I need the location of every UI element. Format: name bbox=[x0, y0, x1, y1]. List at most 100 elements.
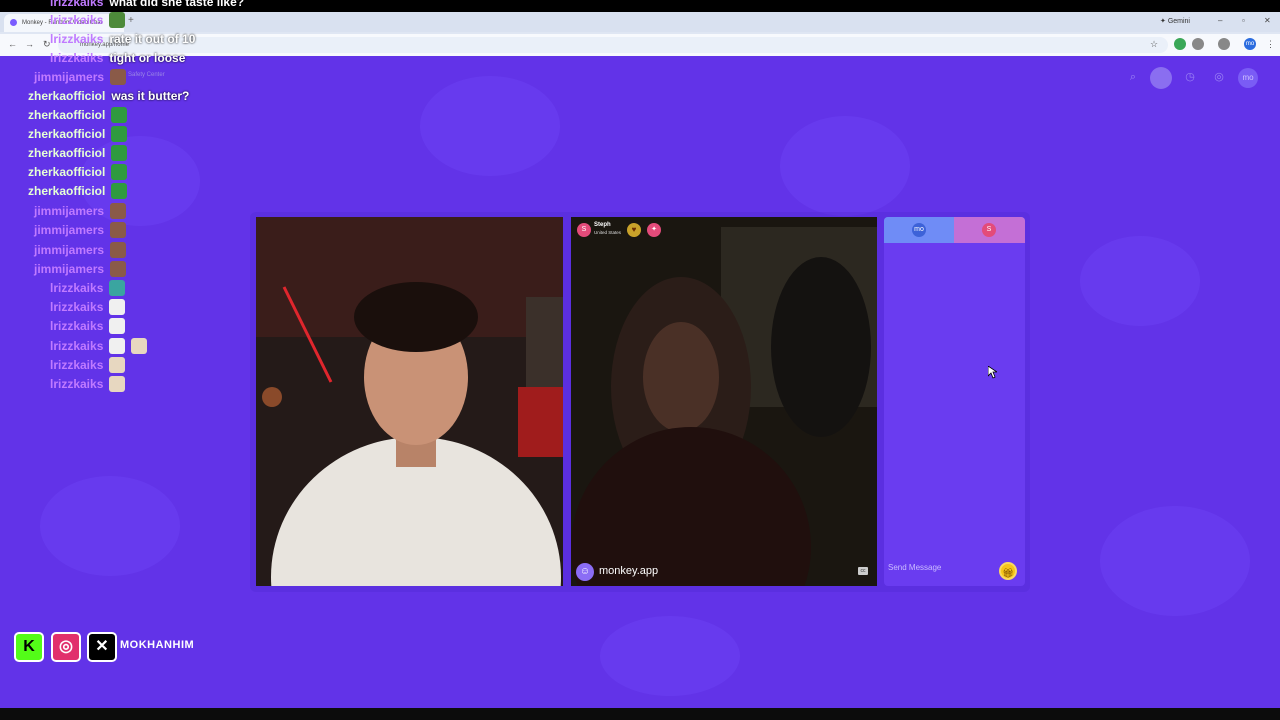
stream-chat-line: lrizzkaiks tight or loose bbox=[50, 49, 185, 67]
green-emote-icon bbox=[111, 163, 128, 180]
messages-icon[interactable]: ◎ bbox=[1210, 68, 1228, 86]
stream-chat-line: lrizzkaiks what did she taste like? bbox=[50, 0, 244, 11]
extension-icon[interactable] bbox=[1174, 38, 1186, 50]
chat-message: tight or loose bbox=[109, 51, 186, 65]
chat-username: jimmijamers bbox=[34, 70, 105, 84]
chat-username: zherkaofficiol bbox=[28, 184, 106, 198]
cat-emote-icon bbox=[109, 356, 126, 373]
background-blob bbox=[780, 116, 910, 216]
face-emote-icon bbox=[110, 260, 127, 277]
monkey-logo-icon: ☺ bbox=[576, 563, 594, 581]
chat-message: was it butter? bbox=[111, 89, 190, 103]
ghost-emote-icon bbox=[109, 317, 126, 334]
stream-chat-line: zherkaofficiol bbox=[28, 163, 128, 181]
chat-username: zherkaofficiol bbox=[28, 146, 106, 160]
chat-panel: mo S 🎁︎ bbox=[884, 217, 1025, 586]
stream-chat-line: lrizzkaiks bbox=[50, 356, 126, 374]
kick-icon: K bbox=[14, 632, 44, 662]
chat-participants: mo S bbox=[884, 217, 1025, 243]
chat-username: lrizzkaiks bbox=[50, 0, 104, 9]
profile-button[interactable]: mo bbox=[1238, 68, 1258, 88]
face-emote-icon bbox=[110, 221, 127, 238]
chat-username: jimmijamers bbox=[34, 243, 105, 257]
chat-username: zherkaofficiol bbox=[28, 89, 106, 103]
background-blob bbox=[1100, 506, 1250, 616]
stream-chat-line: lrizzkaiks bbox=[50, 279, 126, 297]
face-emote-icon bbox=[110, 241, 127, 258]
chat-message: what did she taste like? bbox=[109, 0, 245, 9]
puzzle-icon[interactable] bbox=[1192, 38, 1204, 50]
watermark-text: monkey.app bbox=[599, 565, 659, 577]
stream-chat-line: lrizzkaiks bbox=[50, 317, 126, 335]
stranger-chat-avatar: S bbox=[982, 223, 996, 237]
stranger-avatar[interactable]: S bbox=[577, 223, 591, 237]
chat-message: rate it out of 10 bbox=[109, 32, 196, 46]
gift-button[interactable]: 🎁︎ bbox=[999, 562, 1017, 580]
stream-chat-line: lrizzkaiks bbox=[50, 375, 126, 393]
stranger-video-frame bbox=[571, 217, 877, 586]
search-icon[interactable]: ⌕ bbox=[1124, 68, 1142, 86]
face-emote-icon bbox=[110, 68, 127, 85]
sidebar-icon[interactable] bbox=[1218, 38, 1230, 50]
stream-chat-line: jimmijamers bbox=[34, 260, 127, 278]
stream-chat-line: lrizzkaiks rate it out of 10 bbox=[50, 30, 195, 48]
green-emote-icon bbox=[111, 144, 128, 161]
bookmark-star-icon[interactable]: ☆ bbox=[1150, 39, 1158, 50]
x-icon: ✕ bbox=[87, 632, 117, 662]
stream-chat-line: zherkaofficiol bbox=[28, 106, 128, 124]
heart-icon[interactable]: ♥ bbox=[627, 223, 641, 237]
kebab-menu-icon[interactable]: ⋮ bbox=[1266, 39, 1275, 50]
stream-chat-line: jimmijamers bbox=[34, 221, 127, 239]
chat-username: lrizzkaiks bbox=[50, 281, 104, 295]
chat-username: lrizzkaiks bbox=[50, 339, 104, 353]
chat-username: lrizzkaiks bbox=[50, 300, 104, 314]
green-emote-icon bbox=[111, 106, 128, 123]
minimize-icon[interactable]: – bbox=[1218, 16, 1222, 25]
profile-avatar[interactable]: mo bbox=[1244, 38, 1256, 50]
stream-chat-line: lrizzkaiks bbox=[50, 11, 126, 29]
stranger-video bbox=[571, 217, 877, 586]
ghost-emote-icon bbox=[109, 337, 126, 354]
stream-chat-line: zherkaofficiol bbox=[28, 125, 128, 143]
gemini-button[interactable]: ✦ Gemini bbox=[1160, 17, 1190, 25]
chat-username: jimmijamers bbox=[34, 204, 105, 218]
gift-icon[interactable]: ✦ bbox=[647, 223, 661, 237]
my-avatar: mo bbox=[912, 223, 926, 237]
stream-chat-line: jimmijamers bbox=[34, 202, 127, 220]
chat-username: lrizzkaiks bbox=[50, 32, 104, 46]
chat-username: lrizzkaiks bbox=[50, 358, 104, 372]
green-emote-icon bbox=[111, 125, 128, 142]
restore-icon[interactable]: ▫ bbox=[1242, 16, 1245, 25]
stream-chat-line: zherkaofficiol bbox=[28, 182, 128, 200]
stream-chat-line: lrizzkaiks bbox=[50, 337, 148, 355]
send-message-input[interactable] bbox=[888, 557, 1008, 577]
stream-chat-line: lrizzkaiks bbox=[50, 298, 126, 316]
chat-username: lrizzkaiks bbox=[50, 51, 104, 65]
close-icon[interactable]: ✕ bbox=[1264, 16, 1271, 25]
gemini-label: Gemini bbox=[1167, 18, 1190, 25]
cat-emote-icon bbox=[109, 375, 126, 392]
captions-icon[interactable]: cc bbox=[858, 567, 868, 575]
background-blob bbox=[420, 76, 560, 176]
history-icon[interactable]: ◷ bbox=[1181, 68, 1199, 86]
user-avatar[interactable] bbox=[1150, 67, 1172, 89]
chat-tab-me[interactable]: mo bbox=[884, 217, 954, 243]
stream-chat-line: zherkaofficiol was it butter? bbox=[28, 87, 189, 105]
chat-username: zherkaofficiol bbox=[28, 165, 106, 179]
stranger-country: United States bbox=[594, 230, 622, 235]
taskbar-strip bbox=[0, 708, 1280, 720]
chat-tab-stranger[interactable]: S bbox=[954, 217, 1025, 243]
teal-emote-icon bbox=[109, 279, 126, 296]
stream-chat-line: jimmijamers bbox=[34, 68, 127, 86]
background-blob bbox=[40, 476, 180, 576]
stranger-name: Steph bbox=[594, 222, 611, 228]
chat-username: zherkaofficiol bbox=[28, 108, 106, 122]
local-video-frame bbox=[256, 217, 563, 586]
screen: Monkey - Random Video Chat + ✦ Gemini – … bbox=[0, 0, 1280, 720]
chat-username: zherkaofficiol bbox=[28, 127, 106, 141]
green-emote-icon bbox=[111, 182, 128, 199]
pepe-emote-icon bbox=[109, 11, 126, 28]
stream-chat-overlay: lrizzkaiks what did she taste like? lrizzk… bbox=[0, 0, 260, 400]
local-video bbox=[256, 217, 563, 586]
cat-emote-icon bbox=[131, 337, 148, 354]
